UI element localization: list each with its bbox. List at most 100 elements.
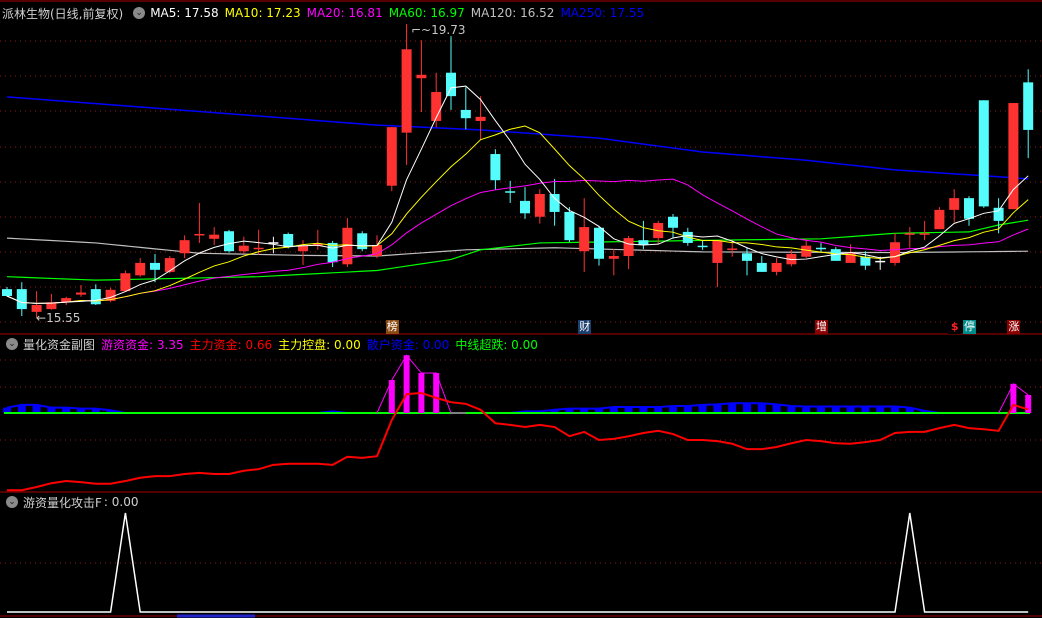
candle-body [179, 240, 190, 254]
candle-body [875, 260, 886, 263]
candle [224, 229, 234, 253]
candle [623, 236, 634, 270]
candle-body [1023, 82, 1034, 130]
candle [179, 235, 190, 259]
candle [312, 229, 323, 250]
event-marker[interactable]: 财 [578, 320, 592, 334]
candle-body [860, 256, 871, 266]
candle-body [386, 127, 397, 186]
candle-body [816, 247, 826, 250]
candle [401, 29, 412, 166]
candle-body [623, 238, 634, 257]
candle [194, 202, 205, 243]
candle [549, 178, 560, 226]
candle [90, 284, 101, 305]
candle-body [194, 233, 205, 236]
candle-body [579, 227, 590, 252]
candle [460, 87, 471, 130]
candle [416, 40, 427, 112]
candle [594, 225, 604, 266]
sub2-title[interactable]: 游资量化攻击F [23, 494, 102, 511]
high-price-flag-icon: ⌐~ [411, 23, 432, 37]
candle-body [668, 216, 678, 228]
candle [505, 180, 516, 203]
candle [1023, 69, 1034, 159]
ma250-line [6, 96, 1029, 180]
candle-body [209, 234, 220, 239]
candle-body [2, 289, 12, 297]
chevron-down-icon[interactable]: ⌄ [133, 7, 146, 19]
candle-body [890, 242, 900, 263]
candle-body [490, 154, 501, 181]
candle-body [135, 262, 146, 276]
candle-body [934, 209, 945, 230]
retail-bar [728, 403, 737, 413]
event-marker[interactable]: $ [948, 320, 962, 334]
sub1-title[interactable]: 量化资金副图 [23, 336, 95, 353]
candle [801, 238, 812, 259]
candle-body [978, 100, 989, 207]
candle-body [357, 233, 368, 250]
candle-body [712, 240, 723, 263]
candle-body [949, 198, 960, 210]
candle [490, 149, 501, 190]
retail-bar [757, 403, 766, 413]
event-marker[interactable]: 涨 [1007, 320, 1021, 334]
low-price-value: 15.55 [46, 311, 81, 325]
candle [2, 287, 12, 297]
main-price-panel[interactable] [2, 24, 1034, 319]
ma20-line [6, 178, 1029, 304]
candle-body [416, 74, 427, 79]
candle [209, 227, 220, 246]
candle-body [756, 262, 767, 272]
ma120-line [6, 237, 1029, 257]
candle [993, 198, 1004, 234]
candle-body [697, 245, 708, 248]
candle-body [90, 289, 101, 305]
ma20-label: MA20: 16.81 [306, 6, 383, 20]
event-marker[interactable]: 榜 [385, 320, 399, 334]
candle [431, 72, 442, 128]
candle-body [475, 116, 486, 121]
hot-money-bar [1025, 394, 1032, 413]
stock-chart[interactable] [0, 0, 1042, 618]
high-price-value: 19.73 [431, 23, 466, 37]
retail-bar [743, 403, 751, 413]
candle-body [1008, 103, 1019, 210]
grid-lines [0, 0, 1042, 618]
candle-body [520, 200, 530, 214]
capital-flow-panel[interactable] [3, 354, 1032, 492]
candle-body [742, 253, 752, 261]
candle-body [534, 194, 545, 217]
candle-body [298, 245, 308, 252]
candle [756, 256, 767, 272]
chevron-down-icon[interactable]: ⌄ [6, 496, 18, 508]
event-marker[interactable]: 停 [963, 320, 976, 334]
candle [135, 258, 146, 277]
retail-bar [713, 404, 722, 413]
left-arrow-icon: ← [36, 311, 47, 325]
main-legend: 派林生物(日线,前复权) ⌄ MA5: 17.58 MA10: 17.23 MA… [2, 5, 650, 21]
candle [904, 227, 915, 248]
candle [46, 293, 57, 310]
candle [534, 189, 545, 224]
candle-body [253, 247, 264, 250]
candle [357, 231, 368, 252]
candle [238, 236, 249, 254]
chevron-down-icon[interactable]: ⌄ [6, 338, 18, 350]
candle-body [16, 289, 27, 310]
candle-body [283, 233, 294, 248]
candle-body [164, 258, 175, 272]
candle [608, 249, 619, 276]
candle [120, 270, 131, 292]
candle [712, 240, 723, 288]
candle [446, 36, 456, 110]
stock-title[interactable]: 派林生物(日线,前复权) [2, 5, 123, 22]
high-price-label: ⌐~19.73 [411, 23, 465, 37]
main-force-line [7, 392, 1029, 492]
candle-body [993, 207, 1004, 221]
ma10-label: MA10: 17.23 [224, 6, 301, 20]
ma5-line [6, 85, 1029, 304]
event-marker[interactable]: 增 [815, 320, 828, 334]
candle [964, 196, 974, 226]
